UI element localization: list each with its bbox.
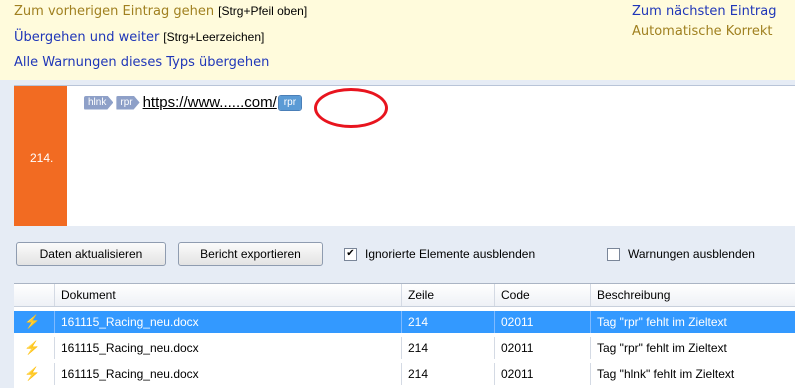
hide-warnings-label: Warnungen ausblenden (628, 247, 755, 261)
check-icon: ✔ (344, 247, 357, 261)
row-code: 02011 (494, 311, 590, 333)
table-row[interactable]: ⚡ 161115_Racing_neu.docx 214 02011 Tag "… (14, 337, 795, 359)
skip-continue-link[interactable]: Übergehen und weiter [Strg+Leerzeichen] (14, 30, 264, 45)
table-header: Dokument Zeile Code Beschreibung (14, 284, 795, 307)
results-table: Dokument Zeile Code Beschreibung ⚡ 16111… (14, 283, 795, 388)
red-circle-annotation (314, 88, 388, 128)
hide-warnings-checkbox[interactable]: Warnungen ausblenden (607, 247, 755, 261)
row-code: 02011 (494, 337, 590, 359)
row-document: 161115_Racing_neu.docx (54, 311, 401, 333)
row-document: 161115_Racing_neu.docx (54, 337, 401, 359)
unchecked-box-icon (607, 247, 620, 261)
tag-rpr-open[interactable]: rpr (116, 96, 139, 110)
tag-hlnk-open[interactable]: hlnk (84, 96, 113, 110)
export-report-button[interactable]: Bericht exportieren (178, 242, 323, 266)
hide-ignored-checkbox[interactable]: ✔ Ignorierte Elemente ausblenden (344, 247, 535, 261)
actions-panel: Zum vorherigen Eintrag gehen [Strg+Pfeil … (0, 0, 795, 80)
next-entry-link[interactable]: Zum nächsten Eintrag (632, 4, 777, 19)
tag-rpr-selected[interactable]: rpr (277, 94, 303, 111)
row-description: Tag "rpr" fehlt im Zieltext (590, 337, 795, 359)
row-line: 214 (401, 363, 494, 385)
segment-url: https://www......com/ (142, 94, 277, 111)
header-dokument[interactable]: Dokument (54, 284, 401, 306)
segment-text[interactable]: hlnk rpr https://www......com/ rpr (84, 94, 304, 111)
skip-continue-label: Übergehen und weiter (14, 30, 160, 45)
warning-bolt-icon: ⚡ (24, 314, 41, 329)
row-line: 214 (401, 337, 494, 359)
row-line: 214 (401, 311, 494, 333)
warning-bolt-icon: ⚡ (24, 340, 41, 355)
skip-all-type-link[interactable]: Alle Warnungen dieses Typs übergehen (14, 55, 269, 70)
header-icon-cell (14, 284, 54, 306)
prev-entry-shortcut: [Strg+Pfeil oben] (218, 4, 308, 18)
skip-continue-shortcut: [Strg+Leerzeichen] (163, 30, 265, 44)
row-description: Tag "rpr" fehlt im Zieltext (590, 311, 795, 333)
warning-bolt-icon: ⚡ (24, 366, 41, 381)
segment-number: 214. (30, 151, 54, 165)
segment-number-bar: 214. (14, 86, 67, 226)
row-document: 161115_Racing_neu.docx (54, 363, 401, 385)
table-row[interactable]: ⚡ 161115_Racing_neu.docx 214 02011 Tag "… (14, 311, 795, 333)
prev-entry-label: Zum vorherigen Eintrag gehen (14, 4, 215, 19)
auto-correct-link[interactable]: Automatische Korrekt (632, 24, 772, 39)
row-code: 02011 (494, 363, 590, 385)
refresh-data-button[interactable]: Daten aktualisieren (16, 242, 166, 266)
header-zeile[interactable]: Zeile (401, 284, 494, 306)
table-row[interactable]: ⚡ 161115_Racing_neu.docx 214 02011 Tag "… (14, 363, 795, 385)
row-description: Tag "hlnk" fehlt im Zieltext (590, 363, 795, 385)
header-code[interactable]: Code (494, 284, 590, 306)
prev-entry-link[interactable]: Zum vorherigen Eintrag gehen [Strg+Pfeil … (14, 4, 307, 19)
segment-editor[interactable]: 214. hlnk rpr https://www......com/ rpr (14, 85, 795, 226)
header-beschreibung[interactable]: Beschreibung (590, 284, 795, 306)
toolbar: Daten aktualisieren Bericht exportieren … (14, 236, 795, 274)
hide-ignored-label: Ignorierte Elemente ausblenden (365, 247, 536, 261)
